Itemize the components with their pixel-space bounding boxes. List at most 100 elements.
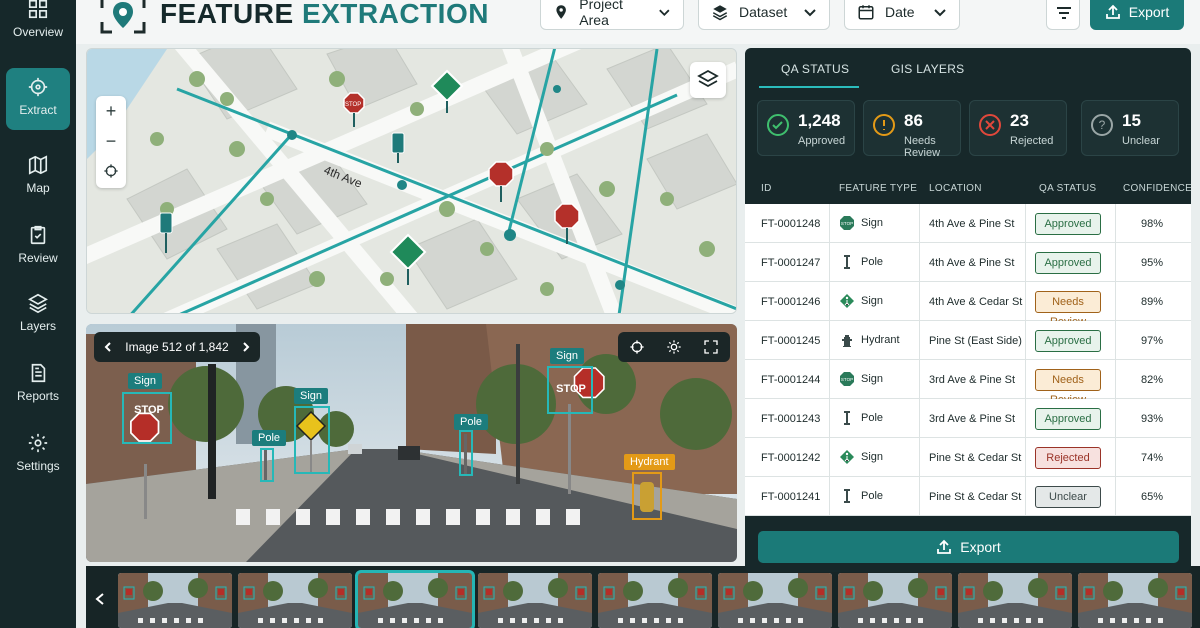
qa-status-badge[interactable]: Rejected (1035, 447, 1101, 469)
table-row[interactable]: FT-0001248 STOP Sign 4th Ave & Pine St Appro… (745, 204, 1191, 243)
filmstrip-thumbnail[interactable] (355, 570, 475, 628)
table-row[interactable]: FT-0001245 Hydrant Pine St (East Side) Appr… (745, 321, 1191, 360)
sidebar-item-review[interactable]: Review (6, 216, 70, 278)
qa-status-badge[interactable]: Approved (1035, 213, 1101, 235)
feature-id: FT-0001245 (761, 335, 821, 347)
feature-id: FT-0001241 (761, 491, 821, 503)
column-divider (919, 360, 920, 399)
image-navigator: Image 512 of 1,842 (94, 332, 260, 362)
column-header-qa-status[interactable]: QA STATUS (1039, 183, 1096, 194)
feature-id: FT-0001244 (761, 374, 821, 386)
column-header-id[interactable]: ID (761, 183, 772, 194)
column-header-feature-type[interactable]: FEATURE TYPE (839, 183, 917, 194)
stat-card-rejected[interactable]: 23 Rejected (969, 100, 1067, 156)
qa-status-badge[interactable]: Unclear (1035, 486, 1101, 508)
tab-qa-status[interactable]: QA STATUS (781, 62, 849, 76)
qa-status-badge[interactable]: Approved (1035, 252, 1101, 274)
expand-icon (704, 340, 718, 354)
report-icon (31, 363, 46, 383)
detection-box-pole[interactable] (260, 448, 274, 482)
feature-id: FT-0001248 (761, 218, 821, 230)
check-circle-icon (767, 114, 789, 136)
qa-status-badge[interactable]: Approved (1035, 408, 1101, 430)
export-features-button[interactable]: Export (758, 531, 1179, 563)
zoom-out-button[interactable]: − (96, 126, 126, 156)
column-divider (1115, 282, 1116, 321)
filmstrip-thumbnail[interactable] (838, 573, 952, 628)
detection-box-hydrant[interactable] (632, 472, 662, 520)
pole-icon (844, 411, 850, 425)
column-divider (1115, 243, 1116, 282)
table-row[interactable]: FT-0001247 Pole 4th Ave & Pine St Approved 9… (745, 243, 1191, 282)
image-tools (618, 332, 730, 362)
sidebar-item-settings[interactable]: Settings (6, 424, 70, 486)
target-tool-button[interactable] (618, 332, 655, 362)
column-divider (1025, 438, 1026, 477)
layers-icon (697, 69, 719, 88)
filmstrip-thumbnail[interactable] (238, 573, 352, 628)
feature-type: Pole (861, 256, 884, 268)
qa-panel: QA STATUS GIS LAYERS 1,248 Approved 86 Need… (745, 48, 1191, 572)
stat-card-unclear[interactable]: ? 15 Unclear (1081, 100, 1179, 156)
column-divider (1025, 321, 1026, 360)
filmstrip-thumbnail[interactable] (598, 573, 712, 628)
filmstrip-thumbnail[interactable] (478, 573, 592, 628)
sidebar-item-overview[interactable]: Overview (6, 0, 70, 52)
detection-box-pole[interactable] (459, 430, 473, 476)
column-divider (919, 204, 920, 243)
stop-sign-text: STOP (134, 404, 164, 416)
qa-status-badge[interactable]: Needs Review (1035, 369, 1101, 406)
column-header-confidence[interactable]: CONFIDENCE (1123, 183, 1191, 194)
filmstrip-thumbnail[interactable] (1078, 573, 1192, 628)
panel-tabs: QA STATUS GIS LAYERS (745, 48, 1191, 88)
page-title: FEATURE EXTRACTION (160, 0, 489, 30)
map-layers-button[interactable] (690, 62, 726, 98)
stat-card-needs-review[interactable]: 86 Needs Review (863, 100, 961, 159)
confidence-value: 95% (1141, 257, 1164, 269)
detection-label: Pole (252, 430, 287, 446)
table-row[interactable]: FT-0001242 Sign Pine St & Cedar St Rejected… (745, 438, 1191, 477)
chevron-left-icon[interactable] (102, 341, 114, 353)
export-button[interactable]: Export (1090, 0, 1184, 30)
column-header-location[interactable]: LOCATION (929, 183, 982, 194)
column-divider (829, 438, 830, 477)
chevron-right-icon[interactable] (240, 341, 252, 353)
feature-type-cell: STOP Sign (839, 371, 883, 387)
stop-sign-text: STOP (556, 383, 586, 395)
thumbnail-image (238, 573, 352, 628)
features-table: ID FEATURE TYPE LOCATION QA STATUS CONFI… (745, 170, 1191, 516)
fullscreen-button[interactable] (693, 332, 730, 362)
tab-gis-layers[interactable]: GIS LAYERS (891, 62, 964, 76)
table-row[interactable]: FT-0001243 Pole 3rd Ave & Pine St Approved 9… (745, 399, 1191, 438)
zoom-in-button[interactable]: + (96, 96, 126, 126)
project-area-dropdown[interactable]: Project Area (540, 0, 684, 30)
table-row[interactable]: FT-0001241 Pole Pine St & Cedar St Unclear 6… (745, 477, 1191, 516)
sidebar-item-layers[interactable]: Layers (6, 284, 70, 346)
stat-card-approved[interactable]: 1,248 Approved (757, 100, 855, 156)
sidebar-item-reports[interactable]: Reports (6, 354, 70, 416)
qa-status-badge[interactable]: Needs Review (1035, 291, 1101, 328)
map-view[interactable]: 4th Ave STOP (86, 48, 737, 314)
table-row[interactable]: FT-0001244 STOP Sign 3rd Ave & Pine St Needs… (745, 360, 1191, 406)
confidence-value: 65% (1141, 491, 1164, 503)
filmstrip-thumbnail[interactable] (718, 573, 832, 628)
detection-label: Sign (550, 348, 585, 364)
sidebar-item-map[interactable]: Map (6, 146, 70, 208)
filter-button[interactable] (1046, 0, 1080, 30)
brightness-button[interactable] (655, 332, 692, 362)
sidebar-item-extract[interactable]: Extract (6, 68, 70, 130)
locate-button[interactable] (96, 156, 126, 186)
date-dropdown[interactable]: Date (844, 0, 960, 30)
column-divider (829, 477, 830, 516)
dataset-dropdown[interactable]: Dataset (698, 0, 830, 30)
feature-type: Hydrant (861, 334, 900, 346)
qa-status-badge[interactable]: Approved (1035, 330, 1101, 352)
column-divider (919, 438, 920, 477)
detection-box-sign[interactable] (122, 392, 172, 444)
table-row[interactable]: FT-0001246 Sign 4th Ave & Cedar St Needs Re… (745, 282, 1191, 328)
chevron-left-icon[interactable] (94, 592, 106, 606)
detection-box-sign[interactable] (294, 406, 330, 474)
filmstrip-thumbnail[interactable] (118, 573, 232, 628)
filmstrip-thumbnail[interactable] (958, 573, 1072, 628)
column-divider (829, 360, 830, 399)
